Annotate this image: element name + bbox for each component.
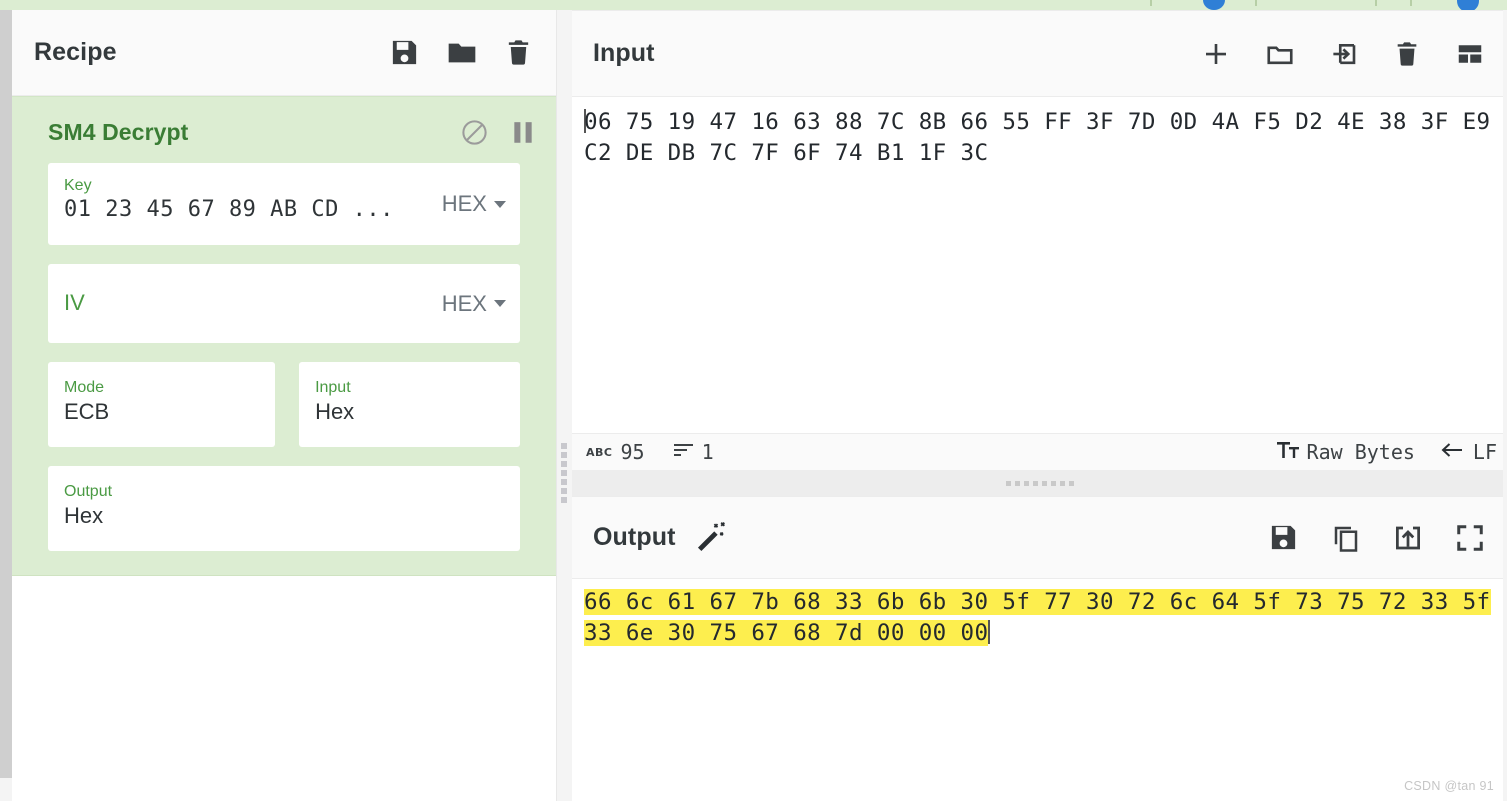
breakpoint-icon[interactable]: [512, 120, 534, 146]
chevron-down-icon: [494, 200, 506, 208]
output-pane: Output 66 6c 61 67 7b 68 33 6b 6b 30 5f …: [572, 496, 1507, 801]
output-header: Output: [572, 497, 1507, 579]
operation-controls: [460, 118, 534, 147]
chevron-down-icon: [494, 300, 506, 307]
open-folder-as-input-icon[interactable]: [1265, 39, 1295, 69]
reset-pane-layout-icon[interactable]: [1455, 39, 1485, 69]
input-lines-value: 1: [701, 440, 714, 464]
arg-key-format-label: HEX: [441, 191, 487, 216]
output-editor[interactable]: 66 6c 61 67 7b 68 33 6b 6b 30 5f 77 30 7…: [572, 579, 1507, 801]
output-line[interactable]: 66 6c 61 67 7b 68 33 6b 6b 30 5f 77 30 7…: [584, 587, 1507, 618]
operation-title: SM4 Decrypt: [48, 119, 189, 145]
copy-output-icon[interactable]: [1331, 523, 1361, 553]
input-line-text: C2 DE DB 7C 7F 6F 74 B1 1F 3C: [584, 140, 989, 166]
arg-mode[interactable]: Mode ECB: [48, 362, 276, 447]
load-recipe-icon[interactable]: [446, 37, 478, 69]
input-line-ending-value: LF: [1472, 440, 1497, 464]
io-column: Input 06 75 19 47 16 63 88 7C 8B 66 55 F…: [572, 10, 1507, 801]
arg-row-mode-input: Mode ECB Input Hex: [27, 362, 541, 447]
input-editor[interactable]: 06 75 19 47 16 63 88 7C 8B 66 55 FF 3F 7…: [572, 97, 1507, 435]
arg-key[interactable]: Key 01 23 45 67 89 AB CD ... HEX: [48, 163, 520, 245]
right-edge-splitter: [1503, 10, 1507, 801]
save-output-icon[interactable]: [1268, 522, 1299, 553]
input-line[interactable]: 06 75 19 47 16 63 88 7C 8B 66 55 FF 3F 7…: [584, 107, 1507, 138]
input-status-right: Raw Bytes LF: [1251, 440, 1497, 465]
lines-icon: [673, 441, 694, 463]
input-lines-indicator[interactable]: 1: [673, 440, 714, 464]
arg-key-label: Key: [64, 177, 92, 194]
arg-mode-value[interactable]: ECB: [64, 398, 263, 426]
output-header-controls: [1268, 522, 1485, 553]
input-header: Input: [572, 11, 1507, 97]
input-character-encoding[interactable]: Raw Bytes: [1276, 440, 1415, 465]
input-line-text: 06 75 19 47 16 63 88 7C 8B 66 55 FF 3F 7…: [584, 109, 1491, 135]
arg-output-format[interactable]: Output Hex: [48, 466, 520, 551]
arg-output-format-value[interactable]: Hex: [64, 502, 508, 530]
input-output-splitter[interactable]: [572, 470, 1507, 496]
input-header-controls: [1201, 39, 1485, 69]
arg-key-format-dropdown[interactable]: HEX: [442, 191, 506, 217]
arg-iv-format-dropdown[interactable]: HEX: [442, 291, 506, 317]
arg-input-format[interactable]: Input Hex: [299, 362, 520, 447]
recipe-operation-sm4-decrypt[interactable]: SM4 Decrypt Key 01 23 45 67 89 AB CD ...…: [12, 96, 556, 576]
clear-input-icon[interactable]: [1393, 40, 1421, 68]
abc-icon: ABC: [586, 445, 613, 459]
top-banner-sliver: [0, 0, 1507, 10]
save-recipe-icon[interactable]: [389, 37, 420, 68]
arg-row-output: Output Hex: [27, 466, 541, 551]
add-input-tab-icon[interactable]: [1201, 39, 1231, 69]
input-length-indicator[interactable]: ABC 95: [586, 440, 645, 464]
input-output-splitter-grip[interactable]: [1005, 480, 1074, 486]
recipe-header-controls: [389, 37, 533, 69]
input-pane: Input 06 75 19 47 16 63 88 7C 8B 66 55 F…: [572, 10, 1507, 470]
cyberchef-app: Recipe SM4 Decrypt Key 01 23 45 67 89 AB…: [0, 0, 1507, 801]
font-icon: [1276, 440, 1299, 465]
arg-iv[interactable]: IV HEX: [48, 264, 520, 343]
input-status-bar: ABC 95 1 Raw Bytes LF: [572, 433, 1507, 470]
arg-output-format-label: Output: [64, 483, 113, 500]
watermark: CSDN @tan 91: [1404, 779, 1494, 793]
operation-title-row: SM4 Decrypt: [27, 113, 541, 163]
arg-iv-placeholder: IV: [64, 290, 85, 315]
output-line[interactable]: 33 6e 30 75 67 68 7d 00 00 00: [584, 618, 1507, 649]
favourite-badge-icon: [1203, 0, 1225, 10]
arg-row-key: Key 01 23 45 67 89 AB CD ... HEX: [27, 163, 541, 245]
output-text-cursor: [988, 620, 991, 644]
recipe-operation-list[interactable]: SM4 Decrypt Key 01 23 45 67 89 AB CD ...…: [12, 96, 556, 801]
input-length-value: 95: [620, 440, 645, 464]
arg-mode-label: Mode: [64, 379, 105, 396]
left-splitter-bottom: [0, 778, 12, 801]
left-splitter[interactable]: [0, 10, 12, 778]
info-badge-icon: [1457, 0, 1479, 10]
arg-input-format-value[interactable]: Hex: [315, 398, 508, 426]
clear-recipe-icon[interactable]: [504, 38, 533, 67]
output-line-text: 66 6c 61 67 7b 68 33 6b 6b 30 5f 77 30 7…: [584, 589, 1491, 615]
replace-input-with-output-icon[interactable]: [1393, 523, 1423, 553]
output-title: Output: [593, 523, 676, 551]
recipe-io-splitter[interactable]: [557, 10, 572, 801]
return-icon: [1441, 441, 1465, 464]
output-line-text: 33 6e 30 75 67 68 7d 00 00 00: [584, 620, 989, 646]
arg-input-format-label: Input: [315, 379, 351, 396]
disable-icon[interactable]: [460, 118, 489, 147]
arg-iv-format-label: HEX: [441, 290, 487, 316]
arg-row-iv: IV HEX: [27, 264, 541, 343]
input-title: Input: [593, 39, 655, 67]
arg-key-value[interactable]: 01 23 45 67 89 AB CD ...: [64, 196, 424, 224]
maximise-output-icon[interactable]: [1455, 523, 1485, 553]
input-character-encoding-value: Raw Bytes: [1306, 440, 1415, 464]
recipe-title: Recipe: [34, 38, 117, 66]
magic-wand-icon[interactable]: [694, 521, 728, 555]
recipe-header: Recipe: [12, 10, 556, 96]
input-line-ending[interactable]: LF: [1441, 440, 1497, 464]
recipe-pane: Recipe SM4 Decrypt Key 01 23 45 67 89 AB…: [12, 10, 557, 801]
input-line[interactable]: C2 DE DB 7C 7F 6F 74 B1 1F 3C: [584, 138, 1507, 169]
recipe-io-splitter-grip[interactable]: [561, 443, 567, 503]
open-file-as-input-icon[interactable]: [1329, 39, 1359, 69]
